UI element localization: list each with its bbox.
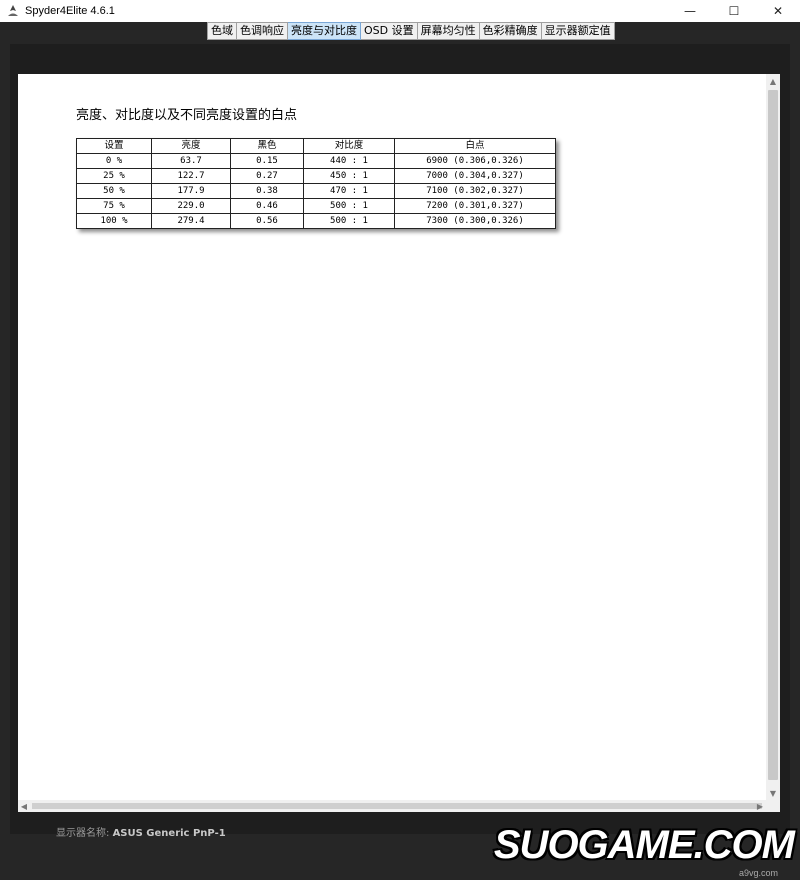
watermark-logo: SUOGAME.COM — [493, 823, 795, 867]
horizontal-scrollbar[interactable]: ◀ ▶ — [18, 800, 780, 812]
column-header-brightness: 亮度 — [151, 138, 231, 154]
vertical-scrollbar[interactable]: ▲ ▼ — [766, 74, 780, 800]
report-tabs: 色域 色调响应 亮度与对比度 OSD 设置 屏幕均匀性 色彩精确度 显示器额定值 — [207, 22, 615, 40]
table-cell: 0.27 — [230, 168, 304, 184]
table-cell: 25 % — [76, 168, 152, 184]
table-cell: 500 : 1 — [303, 213, 395, 229]
title-bar: Spyder4Elite 4.6.1 — ☐ ✕ — [0, 0, 800, 22]
display-name-label: 显示器名称: — [56, 828, 110, 839]
scroll-up-arrow-icon[interactable]: ▲ — [766, 74, 780, 88]
table-cell: 100 % — [76, 213, 152, 229]
tab-gamut[interactable]: 色域 — [207, 22, 237, 40]
table-cell: 63.7 — [151, 153, 231, 169]
column-header-setting: 设置 — [76, 138, 152, 154]
brightness-contrast-table: 设置 亮度 黑色 对比度 白点 0 % 63.7 0.15 440 : 1 69… — [76, 138, 556, 229]
minimize-button[interactable]: — — [668, 0, 712, 22]
table-cell: 75 % — [76, 198, 152, 214]
table-cell: 50 % — [76, 183, 152, 199]
table-cell: 122.7 — [151, 168, 231, 184]
scroll-left-arrow-icon[interactable]: ◀ — [18, 800, 30, 812]
table-cell: 7000 (0.304,0.327) — [394, 168, 556, 184]
table-cell: 450 : 1 — [303, 168, 395, 184]
scroll-right-arrow-icon[interactable]: ▶ — [754, 800, 766, 812]
table-cell: 229.0 — [151, 198, 231, 214]
window-controls: — ☐ ✕ — [668, 0, 800, 22]
table-row: 100 % 279.4 0.56 500 : 1 7300 (0.300,0.3… — [76, 213, 556, 229]
table-cell: 0 % — [76, 153, 152, 169]
tab-osd-settings[interactable]: OSD 设置 — [361, 22, 418, 40]
column-header-black: 黑色 — [230, 138, 304, 154]
watermark-sub: a9vg.com — [738, 868, 778, 878]
app-area: 色域 色调响应 亮度与对比度 OSD 设置 屏幕均匀性 色彩精确度 显示器额定值 — [0, 22, 800, 880]
column-header-white-point: 白点 — [394, 138, 556, 154]
table-cell: 6900 (0.306,0.326) — [394, 153, 556, 169]
table-cell: 500 : 1 — [303, 198, 395, 214]
close-button[interactable]: ✕ — [756, 0, 800, 22]
table-cell: 0.38 — [230, 183, 304, 199]
vertical-scroll-thumb[interactable] — [768, 90, 778, 780]
table-cell: 279.4 — [151, 213, 231, 229]
table-header-row: 设置 亮度 黑色 对比度 白点 — [76, 138, 556, 154]
tab-brightness-contrast[interactable]: 亮度与对比度 — [288, 22, 361, 40]
horizontal-scroll-thumb[interactable] — [32, 803, 762, 809]
table-cell: 7100 (0.302,0.327) — [394, 183, 556, 199]
table-cell: 177.9 — [151, 183, 231, 199]
table-row: 25 % 122.7 0.27 450 : 1 7000 (0.304,0.32… — [76, 168, 556, 184]
table-row: 75 % 229.0 0.46 500 : 1 7200 (0.301,0.32… — [76, 198, 556, 214]
tab-screen-uniformity[interactable]: 屏幕均匀性 — [417, 22, 480, 40]
tab-display-rating[interactable]: 显示器额定值 — [541, 22, 615, 40]
window-title: Spyder4Elite 4.6.1 — [25, 5, 115, 17]
table-cell: 0.56 — [230, 213, 304, 229]
report-page: 亮度、对比度以及不同亮度设置的白点 设置 亮度 黑色 对比度 白点 0 % 63… — [18, 74, 780, 800]
tab-color-accuracy[interactable]: 色彩精确度 — [479, 22, 542, 40]
table-row: 50 % 177.9 0.38 470 : 1 7100 (0.302,0.32… — [76, 183, 556, 199]
spyder-app-icon — [8, 5, 18, 16]
table-cell: 7200 (0.301,0.327) — [394, 198, 556, 214]
table-cell: 7300 (0.300,0.326) — [394, 213, 556, 229]
maximize-button[interactable]: ☐ — [712, 0, 756, 22]
report-section-title: 亮度、对比度以及不同亮度设置的白点 — [76, 108, 298, 123]
display-name-value: ASUS Generic PnP-1 — [112, 828, 226, 839]
table-cell: 470 : 1 — [303, 183, 395, 199]
display-name-footer: 显示器名称: ASUS Generic PnP-1 — [56, 824, 226, 839]
tab-tone-response[interactable]: 色调响应 — [237, 22, 288, 40]
table-cell: 0.46 — [230, 198, 304, 214]
scroll-down-arrow-icon[interactable]: ▼ — [766, 786, 780, 800]
table-cell: 0.15 — [230, 153, 304, 169]
table-row: 0 % 63.7 0.15 440 : 1 6900 (0.306,0.326) — [76, 153, 556, 169]
column-header-contrast: 对比度 — [303, 138, 395, 154]
table-cell: 440 : 1 — [303, 153, 395, 169]
